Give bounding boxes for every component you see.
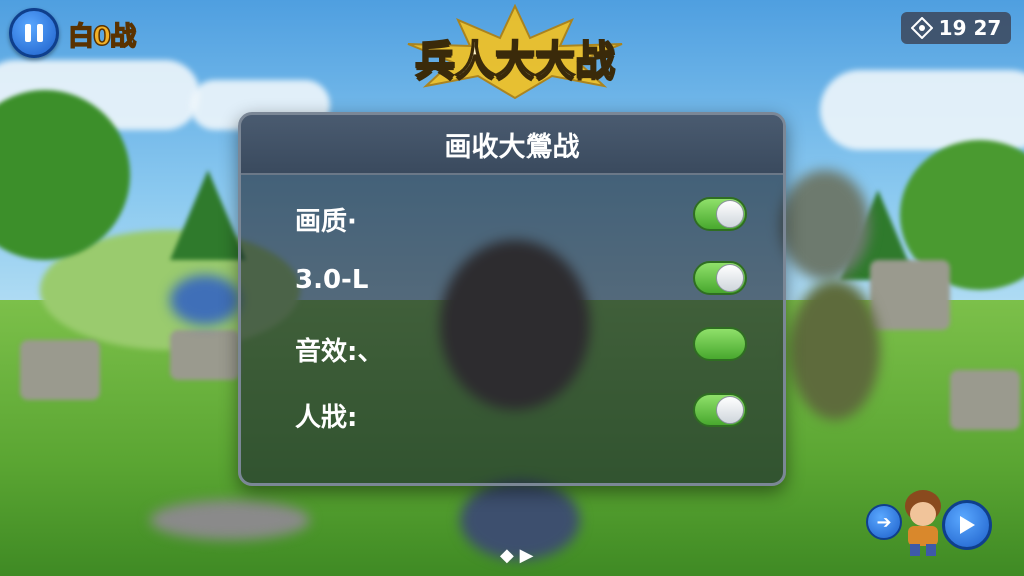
cloud: [820, 70, 1024, 150]
setting-row-sound: 音效:、: [295, 327, 755, 367]
quality-toggle[interactable]: [693, 197, 747, 231]
arrow-right-icon: ➔: [876, 511, 892, 533]
play-icon: [960, 516, 975, 534]
version-toggle[interactable]: [693, 261, 747, 295]
pause-button[interactable]: [9, 8, 59, 58]
game-title: 兵人大大战: [414, 37, 616, 85]
game-logo: 兵人大大战: [372, 4, 658, 100]
rock: [870, 260, 950, 330]
timer-value: 19 27: [938, 16, 1002, 40]
sound-toggle[interactable]: [693, 327, 747, 361]
toggle-knob: [716, 200, 744, 228]
enemy-soldier-body: [790, 280, 880, 420]
setting-label: 人戕:: [295, 403, 358, 433]
timer-icon: [910, 17, 933, 39]
setting-label: 音效:、: [295, 337, 384, 367]
setting-row-version: 3.0-L: [295, 261, 755, 301]
settings-panel: 画收大鶯战 画质· 3.0-L 音效:、 人戕:: [238, 112, 786, 486]
sword: [150, 500, 310, 540]
page-indicator: ◆ ▶: [500, 545, 534, 566]
toggle-knob: [716, 396, 744, 424]
play-button[interactable]: [942, 500, 992, 550]
setting-row-quality: 画质·: [295, 197, 755, 237]
rock: [20, 340, 100, 400]
blue-cannon: [170, 275, 240, 325]
timer: 19 27: [901, 12, 1011, 44]
setting-row-people: 人戕:: [295, 393, 755, 433]
enemy-soldier: [780, 170, 870, 280]
panel-title: 画收大鶯战: [241, 115, 783, 175]
pine-tree: [170, 170, 246, 260]
rock: [170, 330, 240, 380]
rock: [950, 370, 1020, 430]
pause-icon: [25, 24, 31, 42]
setting-label: 画质·: [295, 207, 357, 237]
people-toggle[interactable]: [693, 393, 747, 427]
toggle-knob: [716, 264, 744, 292]
battle-count: 白0战: [67, 21, 137, 53]
setting-label: 3.0-L: [295, 265, 369, 295]
